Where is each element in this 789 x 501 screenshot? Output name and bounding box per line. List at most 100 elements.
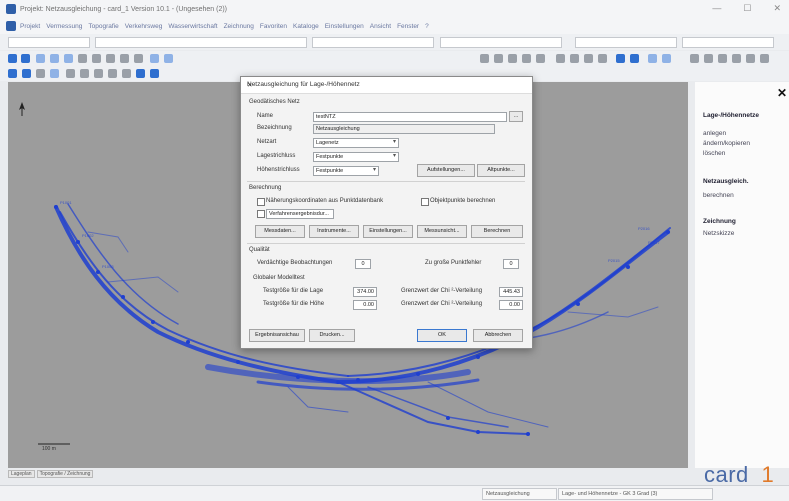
name-field[interactable]: testNTZ (313, 112, 507, 122)
naeherung-checkbox[interactable] (257, 198, 265, 206)
props-icon[interactable] (662, 54, 671, 63)
area-icon[interactable] (536, 54, 545, 63)
tab-topografie[interactable]: Topografie / Zeichnung (36, 470, 94, 478)
frame-icon[interactable] (164, 54, 173, 63)
desc-field[interactable]: Netzausgleichung (313, 124, 495, 134)
object-combo[interactable] (95, 37, 307, 48)
link-icon[interactable] (36, 69, 45, 78)
undo-all-icon[interactable] (584, 54, 593, 63)
abbrechen-button[interactable]: Abbrechen (473, 329, 523, 342)
verfahren-checkbox[interactable] (257, 210, 265, 218)
group-quality-label: Qualität (249, 247, 270, 253)
color-combo[interactable] (440, 37, 562, 48)
view-combo[interactable] (682, 37, 774, 48)
list-icon[interactable] (50, 69, 59, 78)
panel-item-berechnen[interactable]: berechnen (703, 192, 734, 199)
dialog-close-icon[interactable]: ✕ (247, 81, 525, 89)
draw-icon[interactable] (480, 54, 489, 63)
instrumente-button[interactable]: Instrumente... (309, 225, 359, 238)
add-icon[interactable] (8, 69, 17, 78)
einstellungen-button[interactable]: Einstellungen... (363, 225, 413, 238)
aufstellungen-button[interactable]: Aufstellungen... (417, 164, 475, 177)
style-combo[interactable] (312, 37, 434, 48)
ergebnis-button[interactable]: Ergebnisansichau (249, 329, 305, 342)
last-icon[interactable] (122, 69, 131, 78)
layout-icon[interactable] (64, 54, 73, 63)
globaler-label: Globaler Modelltest (253, 275, 305, 281)
redraw-icon[interactable] (150, 54, 159, 63)
table-icon[interactable] (50, 54, 59, 63)
scale-combo[interactable] (575, 37, 677, 48)
point-icon[interactable] (508, 54, 517, 63)
berechnen-button[interactable]: Berechnen (471, 225, 523, 238)
panel-item-loeschen[interactable]: löschen (703, 150, 725, 157)
layer-combo[interactable] (8, 37, 90, 48)
help-icon[interactable] (630, 54, 639, 63)
drucken-button[interactable]: Drucken... (309, 329, 355, 342)
panel-item-aendern[interactable]: ändern/kopieren (703, 140, 750, 147)
zoom-window-icon[interactable] (106, 54, 115, 63)
verfahren-field[interactable]: Verfahrensergebnisdur... (266, 209, 334, 219)
mirror-icon[interactable] (746, 54, 755, 63)
arc-icon[interactable] (522, 54, 531, 63)
grenz-lage-label: Grenzwert der Chi ²-Verteilung (401, 288, 483, 294)
panel-item-anlegen[interactable]: anlegen (703, 130, 726, 137)
settings-icon[interactable] (616, 54, 625, 63)
window-titlebar: Projekt: Netzausgleichung - card_1 Versi… (0, 0, 789, 19)
next-icon[interactable] (108, 69, 117, 78)
redo-icon[interactable] (570, 54, 579, 63)
menu-ansicht[interactable]: Ansicht (370, 23, 391, 30)
toolbar-main (0, 51, 789, 67)
tab-lageplan[interactable]: Lageplan (8, 470, 35, 478)
window-icon[interactable] (36, 54, 45, 63)
menu-fenster[interactable]: Fenster (397, 23, 419, 30)
maximize-icon[interactable]: ☐ (743, 3, 751, 14)
messunsicht-button[interactable]: Messunsicht... (417, 225, 467, 238)
menu-bar: Projekt Vermessung Topografie Verkehrswe… (0, 18, 789, 34)
copy-icon[interactable] (718, 54, 727, 63)
pan-icon[interactable] (134, 54, 143, 63)
prev-icon[interactable] (80, 69, 89, 78)
menu-projekt[interactable]: Projekt (20, 23, 40, 30)
menu-zeichnung[interactable]: Zeichnung (224, 23, 254, 30)
objekt-checkbox[interactable] (421, 198, 429, 206)
pin-icon[interactable] (690, 54, 699, 63)
close-icon[interactable]: ✕ (773, 3, 781, 14)
pencil-icon[interactable] (136, 69, 145, 78)
menu-wasserwirtschaft[interactable]: Wasserwirtschaft (168, 23, 217, 30)
zoom-in-icon[interactable] (78, 54, 87, 63)
panel-item-netzskizze[interactable]: Netzskizze (703, 230, 734, 237)
undo-icon[interactable] (556, 54, 565, 63)
browse-button[interactable]: ... (509, 111, 523, 122)
menu-topografie[interactable]: Topografie (88, 23, 118, 30)
scale-icon[interactable] (760, 54, 769, 63)
lage-select[interactable]: Festpunkte (313, 152, 399, 162)
pen-icon[interactable] (494, 54, 503, 63)
altpunkte-button[interactable]: Altpunkte... (477, 164, 525, 177)
first-icon[interactable] (66, 69, 75, 78)
zoom-out-icon[interactable] (92, 54, 101, 63)
minimize-icon[interactable]: — (712, 3, 721, 14)
menu-help[interactable]: ? (425, 23, 429, 30)
menu-vermessung[interactable]: Vermessung (46, 23, 82, 30)
rotate-icon[interactable] (732, 54, 741, 63)
globe-icon[interactable] (22, 69, 31, 78)
info-icon[interactable] (150, 69, 159, 78)
zoom-all-icon[interactable] (120, 54, 129, 63)
messdaten-button[interactable]: Messdaten... (255, 225, 305, 238)
snap-icon[interactable] (21, 54, 30, 63)
menu-favoriten[interactable]: Favoriten (260, 23, 287, 30)
nettype-select[interactable]: Lagenetz (313, 138, 399, 148)
menu-verkehrsweg[interactable]: Verkehrsweg (125, 23, 163, 30)
move-icon[interactable] (704, 54, 713, 63)
menu-kataloge[interactable]: Kataloge (293, 23, 319, 30)
layers-icon[interactable] (648, 54, 657, 63)
menu-einstellungen[interactable]: Einstellungen (325, 23, 364, 30)
grid-icon[interactable] (8, 54, 17, 63)
redo-all-icon[interactable] (598, 54, 607, 63)
ok-button[interactable]: OK (417, 329, 467, 342)
hoehe-select[interactable]: Festpunkte (313, 166, 379, 176)
point-nav-icon[interactable] (94, 69, 103, 78)
grenz-hoehe-label: Grenzwert der Chi ²-Verteilung (401, 301, 483, 307)
panel-close-icon[interactable]: ✕ (777, 86, 787, 100)
